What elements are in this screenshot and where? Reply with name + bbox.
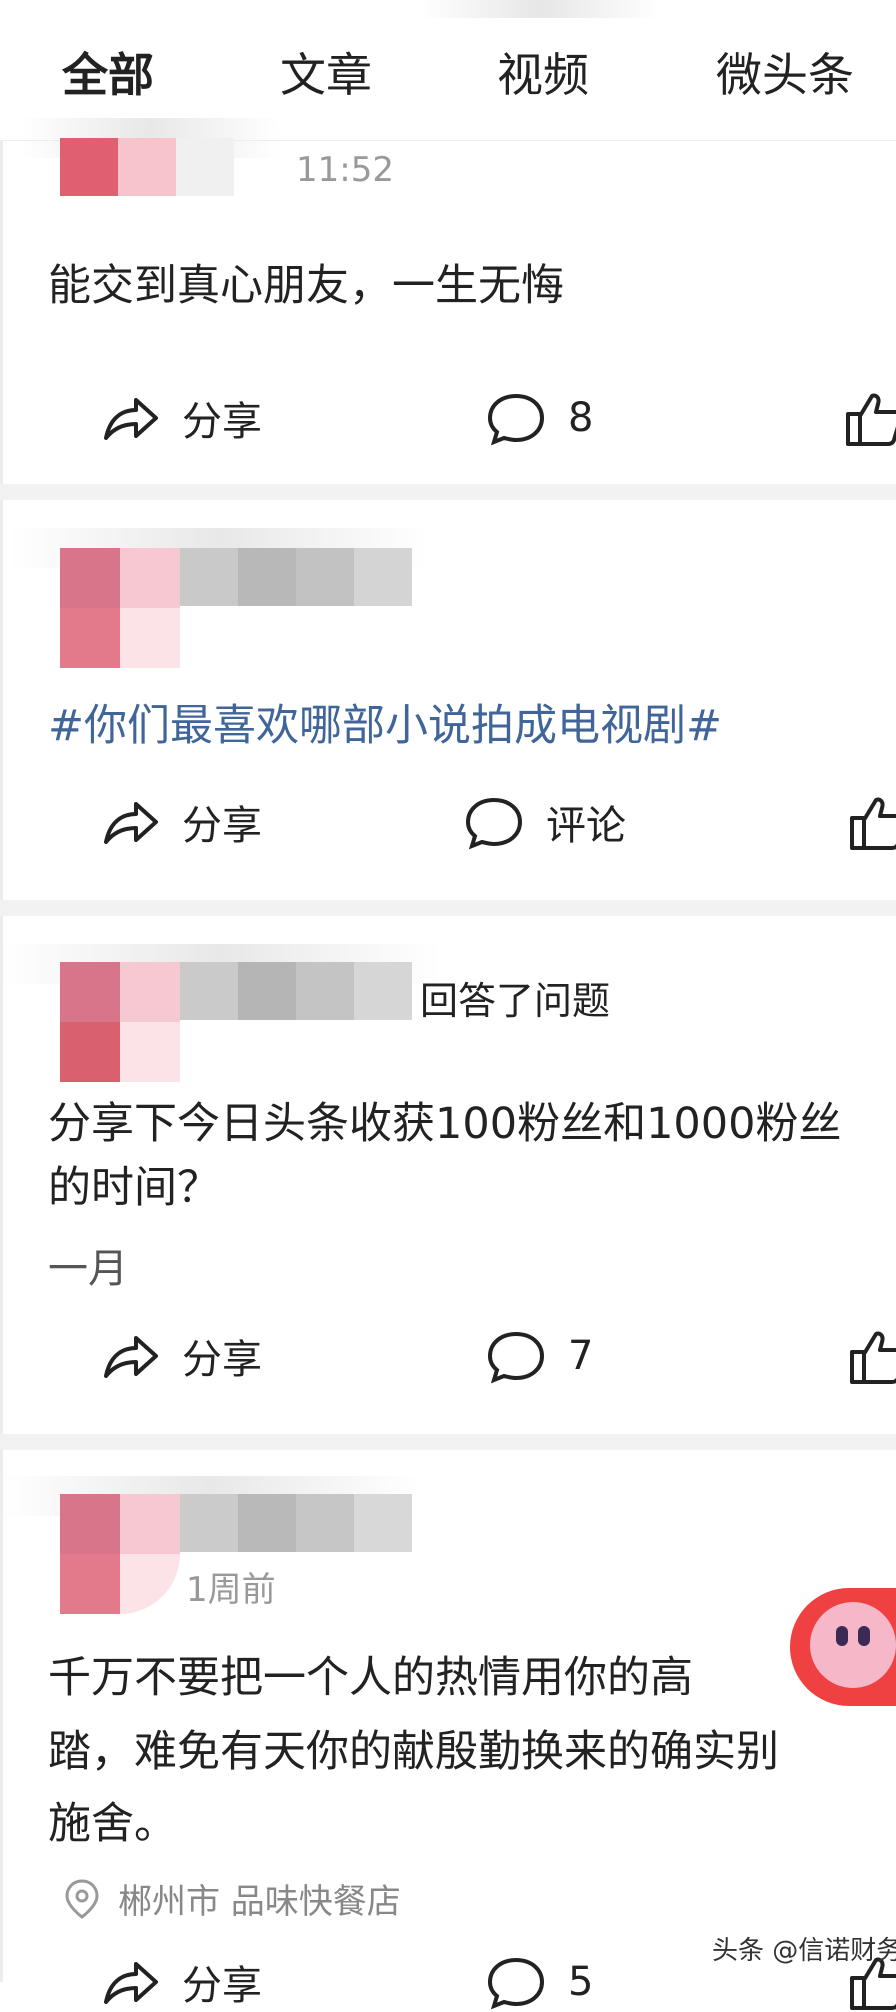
question-title-line1[interactable]: 分享下今日头条收获100粉丝和1000粉丝	[48, 1092, 842, 1156]
share-button[interactable]: 分享	[100, 1326, 262, 1386]
username-blurred	[180, 962, 412, 1020]
like-icon[interactable]	[848, 792, 896, 852]
post-content-line3[interactable]: 施舍。	[48, 1792, 177, 1856]
avatar[interactable]	[60, 962, 180, 1082]
comment-count: 5	[568, 1959, 594, 2005]
post-content[interactable]: 能交到真心朋友，一生无悔	[48, 254, 564, 318]
share-label: 分享	[182, 1337, 262, 1383]
tab-all[interactable]: 全部	[62, 45, 154, 105]
comment-button[interactable]: 5	[486, 1952, 593, 2012]
share-button[interactable]: 分享	[100, 388, 262, 448]
share-button[interactable]: 分享	[100, 1952, 262, 2012]
location-tag[interactable]: 郴州市 品味快餐店	[64, 1874, 401, 1923]
username-blurred	[180, 548, 412, 606]
separator	[0, 484, 896, 500]
avatar[interactable]	[60, 1494, 180, 1614]
floating-mascot-button[interactable]	[790, 1588, 896, 1706]
post-action-text: 回答了问题	[420, 979, 611, 1023]
share-label: 分享	[182, 399, 262, 445]
like-icon[interactable]	[848, 1326, 896, 1386]
share-icon	[104, 1962, 158, 2004]
share-icon	[104, 802, 158, 844]
post-time: 11:52	[296, 150, 394, 190]
share-label: 分享	[182, 803, 262, 849]
share-button[interactable]: 分享	[100, 792, 262, 852]
comment-button[interactable]: 7	[486, 1326, 593, 1386]
comment-button[interactable]: 8	[486, 388, 593, 448]
tab-micro-headlines[interactable]: 微头条	[716, 45, 854, 105]
left-edge	[0, 140, 3, 1982]
question-title-line2[interactable]: 的时间？	[48, 1156, 220, 1220]
tab-articles[interactable]: 文章	[280, 45, 372, 105]
watermark: 头条 @信诺财务	[712, 1936, 896, 1966]
avatar[interactable]	[60, 138, 234, 196]
comment-button[interactable]: 评论	[464, 792, 626, 852]
share-label: 分享	[182, 1963, 262, 2009]
share-icon	[104, 1336, 158, 1378]
comment-icon	[487, 393, 545, 446]
answer-text[interactable]: 一月	[48, 1236, 128, 1294]
location-icon	[65, 1878, 99, 1919]
share-icon	[104, 398, 158, 440]
comment-count: 8	[568, 395, 594, 441]
comment-icon	[487, 1957, 545, 2010]
comment-count: 7	[568, 1333, 594, 1379]
blurred-area	[420, 0, 660, 18]
separator	[0, 900, 896, 916]
separator	[0, 1434, 896, 1450]
avatar[interactable]	[60, 548, 180, 668]
tab-videos[interactable]: 视频	[497, 45, 589, 105]
mascot-icon	[810, 1602, 896, 1688]
post-time: 1周前	[186, 1570, 276, 1610]
topic-link[interactable]: #你们最喜欢哪部小说拍成电视剧#	[48, 694, 722, 758]
post-content-line1[interactable]: 千万不要把一个人的热情用你的高	[48, 1646, 693, 1710]
comment-label: 评论	[546, 803, 626, 849]
location-text: 郴州市 品味快餐店	[118, 1882, 401, 1922]
post-content-line2[interactable]: 踏，难免有天你的献殷勤换来的确实别	[48, 1720, 779, 1784]
like-icon[interactable]	[844, 388, 896, 448]
comment-icon	[487, 1331, 545, 1384]
comment-icon	[465, 797, 523, 850]
username-blurred	[180, 1494, 412, 1552]
